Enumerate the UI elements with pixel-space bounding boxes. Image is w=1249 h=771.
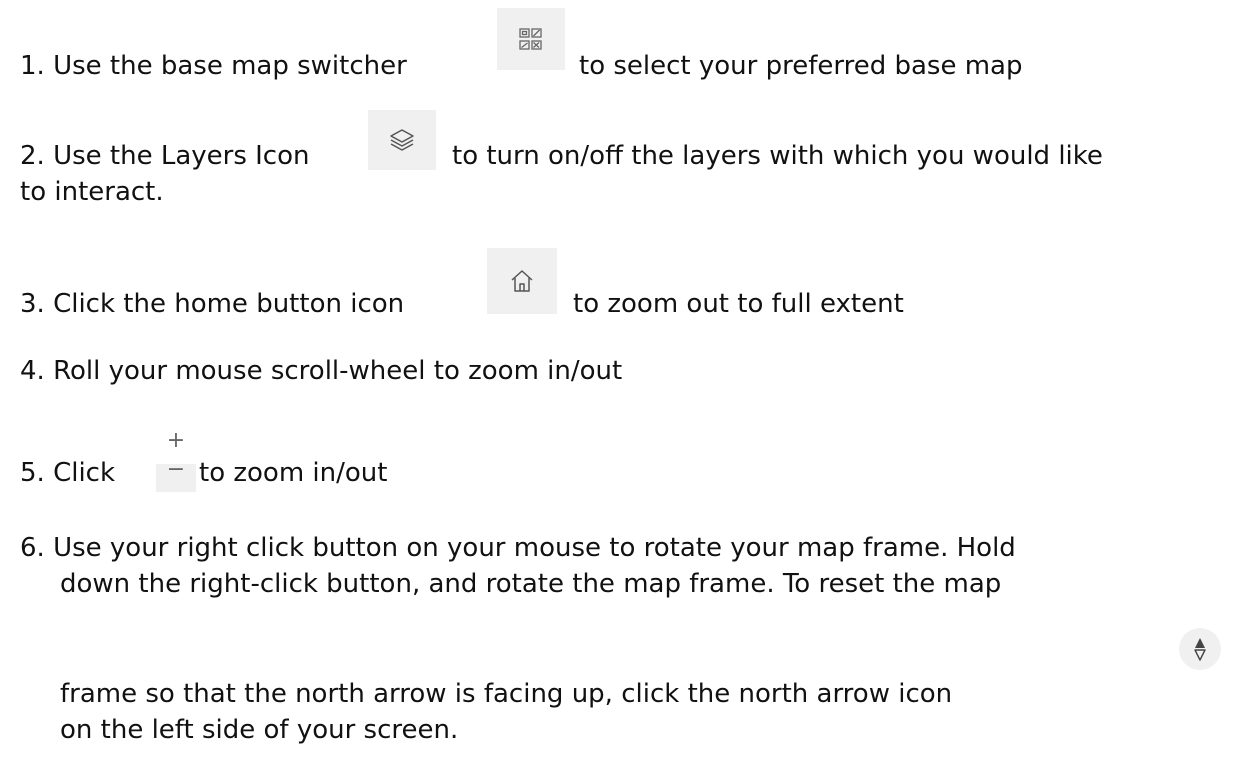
- step-3-continued: to zoom out to full extent: [573, 288, 904, 320]
- zoom-in-icon: +: [166, 428, 186, 453]
- step-4: 4. Roll your mouse scroll-wheel to zoom …: [20, 355, 622, 387]
- step-5: 5. Click: [20, 457, 115, 489]
- step-2-continued: to turn on/off the layers with which you…: [452, 140, 1103, 172]
- step-5-text: 5. Click: [20, 458, 116, 488]
- home-icon: [487, 248, 557, 314]
- step-2-text: 2. Use the Layers Icon: [20, 141, 310, 171]
- step-2-wrap-text: to interact.: [20, 177, 164, 207]
- zoom-out-icon: −: [156, 459, 196, 492]
- basemap-switcher-icon: [497, 8, 565, 70]
- step-6-line-3-text: frame so that the north arrow is facing …: [60, 679, 953, 709]
- step-1-after-text: to select your preferred base map: [579, 51, 1023, 81]
- step-3-after-text: to zoom out to full extent: [573, 289, 904, 319]
- step-1: 1. Use the base map switcher: [20, 50, 407, 82]
- step-3-text: 3. Click the home button icon: [20, 289, 405, 319]
- step-6-line-1: 6. Use your right click button on your m…: [20, 532, 1016, 564]
- step-6-line-2-text: down the right-click button, and rotate …: [60, 569, 1002, 599]
- step-2-after-text: to turn on/off the layers with which you…: [452, 141, 1103, 171]
- step-6-line-4-text: on the left side of your screen.: [60, 715, 459, 745]
- step-4-text: 4. Roll your mouse scroll-wheel to zoom …: [20, 356, 623, 386]
- step-2-wrap: to interact.: [20, 176, 164, 208]
- layers-icon: [368, 110, 436, 170]
- zoom-control-icon: + −: [156, 426, 196, 492]
- step-6-line-4: on the left side of your screen.: [60, 714, 458, 746]
- step-1-text: 1. Use the base map switcher: [20, 51, 407, 81]
- step-6-line-3: frame so that the north arrow is facing …: [60, 678, 952, 710]
- step-2: 2. Use the Layers Icon: [20, 140, 310, 172]
- step-6-line-2: down the right-click button, and rotate …: [60, 568, 1001, 600]
- step-1-continued: to select your preferred base map: [579, 50, 1023, 82]
- step-5-after-text: to zoom in/out: [199, 458, 388, 488]
- step-6-line-1-text: 6. Use your right click button on your m…: [20, 533, 1016, 563]
- step-5-continued: to zoom in/out: [199, 457, 387, 489]
- step-3: 3. Click the home button icon: [20, 288, 404, 320]
- north-arrow-icon: [1179, 628, 1221, 670]
